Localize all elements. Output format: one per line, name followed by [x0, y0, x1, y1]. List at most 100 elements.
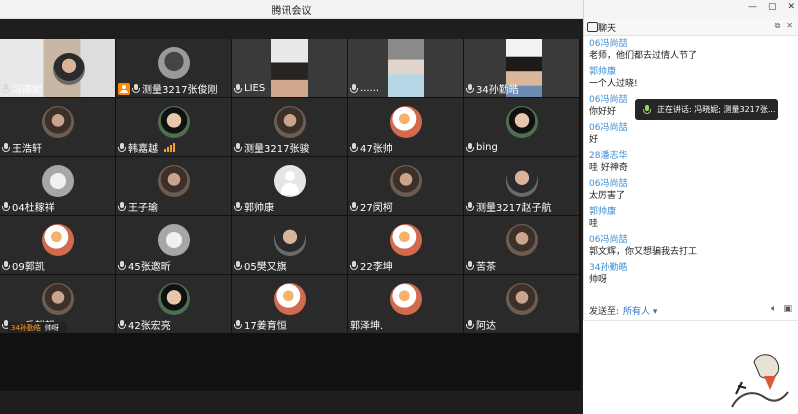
message-sender: 06冯尚喆	[589, 235, 628, 245]
message-text: 一个人过晓!	[589, 79, 638, 89]
participant-tile[interactable]: 王子瑜	[116, 157, 231, 215]
message-sender: 郭帅康	[589, 207, 617, 217]
message-sender: 34孙勤皓	[589, 263, 628, 273]
participant-avatar	[41, 165, 74, 197]
participant-tile[interactable]: ......	[348, 39, 463, 97]
participant-avatar	[157, 224, 190, 256]
participant-tile[interactable]: LIES	[232, 39, 347, 97]
mic-icon	[2, 201, 10, 212]
participant-name: 09郭凯	[2, 259, 45, 273]
participant-name: 34孙勤皓	[466, 82, 519, 96]
message-text: 哇 好神奇	[589, 163, 628, 173]
participant-name: 测量3217张俊刚	[118, 82, 217, 96]
participant-avatar	[157, 283, 190, 315]
mic-icon	[466, 260, 474, 271]
participant-name: 42张宏亮	[118, 318, 171, 332]
chat-window-titlebar: — ▢ ✕	[584, 0, 798, 20]
participant-tile[interactable]: 阿达	[464, 275, 579, 333]
mic-icon	[234, 142, 242, 153]
participant-tile[interactable]: 47张帅	[348, 98, 463, 156]
mic-icon	[234, 260, 242, 271]
chat-message: 34孙勤皓 帅呀	[589, 262, 789, 287]
participant-tile[interactable]: 韩嘉越	[116, 98, 231, 156]
participant-name: bing	[466, 141, 498, 154]
volume-icon[interactable]: 🔈︎	[771, 304, 776, 314]
participant-tile[interactable]: 冯晓妮	[0, 39, 115, 97]
participant-name: 22李坤	[350, 259, 393, 273]
participant-name: 05樊又旗	[234, 259, 287, 273]
message-text: 郭文辉，你又想骗我去打工	[589, 247, 698, 257]
participant-tile[interactable]: 17姜育恒	[232, 275, 347, 333]
chat-input-area[interactable]	[583, 320, 798, 414]
participant-tile[interactable]: 45张邀昕	[116, 216, 231, 274]
participant-name: 测量3217张骏	[234, 141, 309, 155]
participant-tile[interactable]: 27闵柯	[348, 157, 463, 215]
maximize-icon[interactable]: ▢	[768, 2, 777, 12]
participant-avatar	[273, 283, 306, 315]
participant-tile[interactable]: bing	[464, 98, 579, 156]
participant-tile[interactable]: 09郭凯	[0, 216, 115, 274]
participant-tile[interactable]: 测量3217赵子航	[464, 157, 579, 215]
participant-avatar	[505, 106, 538, 138]
participant-tile[interactable]: 测量3217张俊刚	[116, 39, 231, 97]
message-text: 老师，他们都去过情人节了	[589, 51, 698, 61]
participant-name: 45张邀昕	[118, 259, 171, 273]
mic-icon	[2, 142, 10, 153]
message-text: 帅呀	[589, 275, 608, 285]
participant-tile[interactable]: 郭泽坤.	[348, 275, 463, 333]
participant-tile[interactable]: 05樊又旗	[232, 216, 347, 274]
participant-name: 27闵柯	[350, 200, 393, 214]
image-icon[interactable]: ▣	[783, 304, 792, 314]
mic-icon	[643, 104, 651, 115]
title-bar: 腾讯会议	[0, 0, 583, 19]
popout-icon[interactable]: ⧉	[775, 21, 781, 31]
participant-avatar	[505, 224, 538, 256]
participant-tile[interactable]: 王浩轩	[0, 98, 115, 156]
send-to-dropdown[interactable]: 所有人 ▾	[623, 304, 657, 317]
participant-avatar	[157, 165, 190, 197]
participant-tile[interactable]: 04杜稼祥	[0, 157, 115, 215]
participant-avatar	[505, 283, 538, 315]
participant-tile[interactable]: 测量3217张骏	[232, 98, 347, 156]
participant-tile[interactable]: 郭帅康	[232, 157, 347, 215]
default-avatar-icon	[273, 165, 306, 197]
chat-title: 聊天	[598, 24, 617, 34]
message-text: 太厉害了	[589, 191, 626, 201]
participant-name: 17姜育恒	[234, 318, 287, 332]
participant-grid: 冯晓妮 测量3217张俊刚 LIES ...... 34孙勤皓 王浩轩 韩嘉越 …	[0, 39, 581, 391]
mic-icon	[234, 201, 242, 212]
participant-tile[interactable]: 22李坤	[348, 216, 463, 274]
message-sender: 06冯尚喆	[589, 123, 628, 133]
participant-avatar	[389, 283, 422, 315]
participant-tile[interactable]: 42张宏亮	[116, 275, 231, 333]
mic-icon	[466, 201, 474, 212]
message-sender: 郭帅康	[589, 67, 617, 77]
participant-name: 04杜稼祥	[2, 200, 55, 214]
close-icon[interactable]: ✕	[787, 2, 795, 12]
mic-icon	[466, 142, 474, 153]
participant-tile[interactable]: 苦茶	[464, 216, 579, 274]
participant-name: 冯晓妮	[2, 82, 42, 96]
mic-icon	[466, 319, 474, 330]
mic-icon	[118, 142, 126, 153]
participant-avatar	[41, 106, 74, 138]
participant-name: 王子瑜	[118, 200, 158, 214]
participant-avatar	[157, 47, 190, 79]
close-chat-icon[interactable]: ✕	[786, 21, 793, 31]
minimize-icon[interactable]: —	[748, 2, 757, 12]
mic-icon	[234, 319, 242, 330]
participant-face	[53, 53, 85, 85]
chat-message: 06冯尚喆 郭文辉，你又想骗我去打工	[589, 234, 789, 259]
mic-icon	[350, 142, 358, 153]
send-to-label: 发送至:	[589, 307, 620, 317]
participant-name: 苦茶	[466, 259, 496, 273]
participant-avatar	[389, 224, 422, 256]
video-feed	[388, 39, 424, 97]
message-sender: 06冯尚喆	[589, 179, 628, 189]
participant-tile[interactable]: 34孙勤皓	[464, 39, 579, 97]
send-to-bar: 发送至: 所有人 ▾ 🔈︎ ▣	[583, 304, 798, 318]
mic-icon	[118, 201, 126, 212]
mic-icon	[132, 83, 140, 94]
mic-icon	[2, 260, 10, 271]
participant-name: 王浩轩	[2, 141, 42, 155]
